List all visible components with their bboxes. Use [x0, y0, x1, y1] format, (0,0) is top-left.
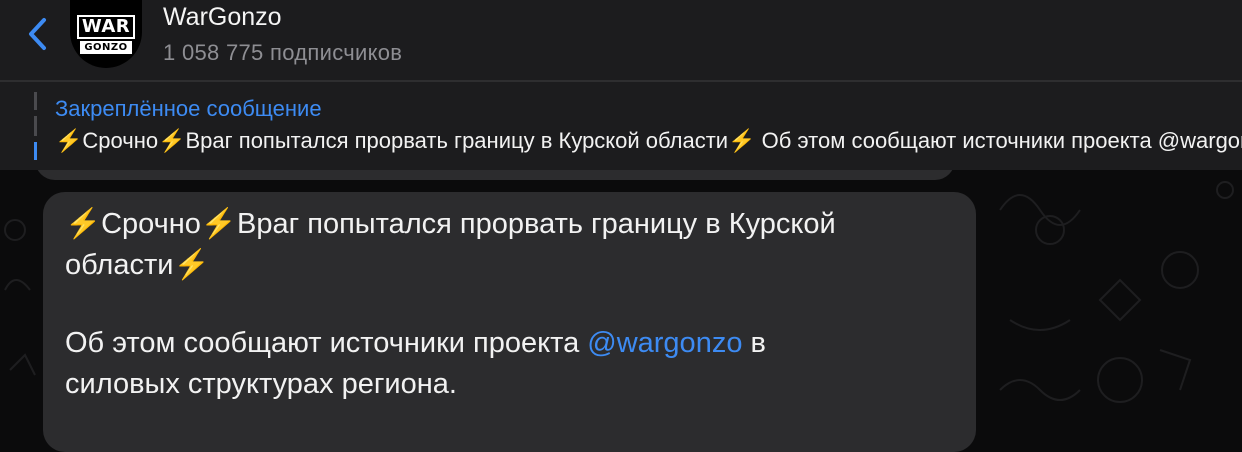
pinned-indicator-active-segment — [34, 142, 37, 160]
wargonzo-logo: WAR GONZO — [76, 12, 136, 56]
message-text: Об этом сообщают источники проекта — [65, 327, 588, 359]
mention-link[interactable]: @wargonzo — [587, 327, 742, 359]
pinned-indicator — [34, 92, 37, 160]
pinned-indicator-segment — [34, 116, 37, 136]
chat-header: WAR GONZO WarGonzo 1 058 775 подписчиков — [0, 0, 1242, 80]
subscriber-count: 1 058 775 подписчиков — [163, 40, 403, 65]
message-line: области⚡️ — [65, 249, 210, 281]
pinned-label: Закреплённое сообщение — [55, 96, 322, 121]
pinned-indicator-segment — [34, 92, 37, 110]
logo-gonzo-text: GONZO — [80, 40, 132, 54]
message-line: Об этом сообщают источники проекта @warg… — [65, 323, 766, 364]
message-line: силовых структурах региона. — [65, 368, 457, 400]
pinned-message-bar[interactable]: Закреплённое сообщение ⚡️Срочно⚡️Враг по… — [0, 82, 1242, 170]
chevron-left-icon — [29, 18, 46, 50]
channel-avatar[interactable]: WAR GONZO — [70, 0, 142, 68]
channel-title[interactable]: WarGonzo — [163, 3, 282, 32]
pinned-preview: ⚡️Срочно⚡️Враг попытался прорвать границ… — [55, 128, 1242, 153]
message-bubble[interactable]: ⚡️Срочно⚡️Враг попытался прорвать границ… — [43, 192, 976, 452]
message-line: ⚡️Срочно⚡️Враг попытался прорвать границ… — [65, 208, 836, 240]
back-button[interactable] — [18, 14, 58, 54]
message-text: в — [742, 327, 766, 359]
logo-war-text: WAR — [76, 14, 136, 39]
